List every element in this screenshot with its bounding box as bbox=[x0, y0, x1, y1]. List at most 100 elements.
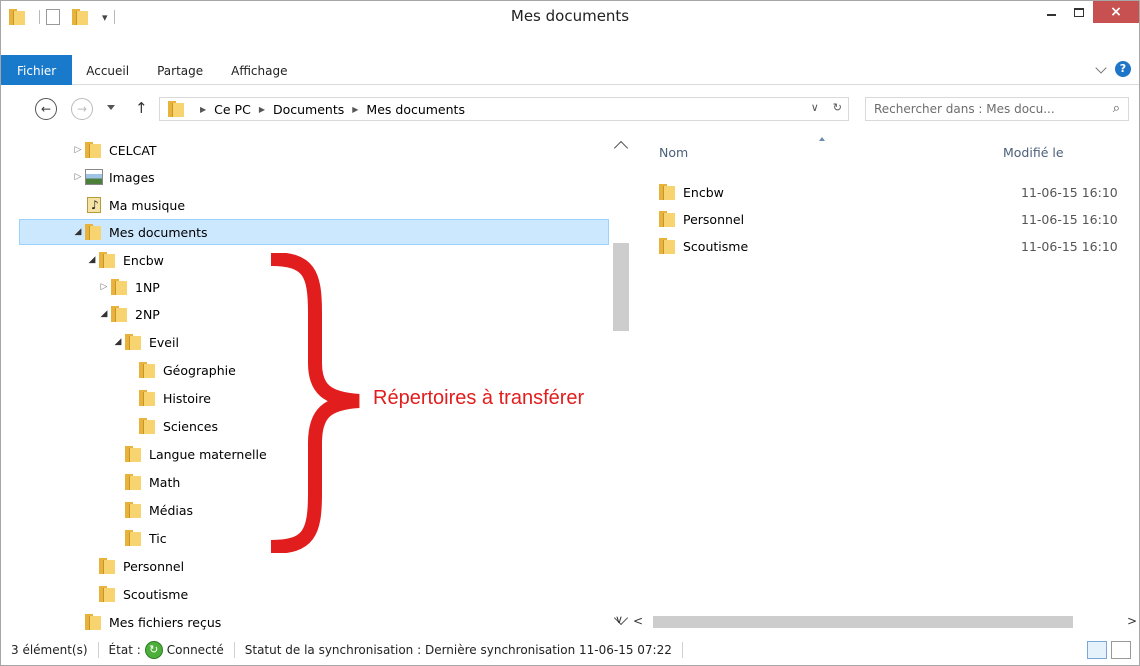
folder-icon bbox=[99, 558, 117, 574]
tree-item[interactable]: Langue maternelle bbox=[111, 441, 267, 467]
scroll-down-icon[interactable]: ∨ bbox=[615, 613, 623, 626]
file-row[interactable]: Encbw 11-06-15 16:10 bbox=[659, 179, 1139, 205]
collapsed-arrow-icon[interactable]: ▷ bbox=[71, 145, 85, 155]
file-name: Personnel bbox=[683, 211, 745, 227]
tree-item[interactable]: ◢ Encbw bbox=[85, 247, 164, 273]
file-modified: 11-06-15 16:10 bbox=[1021, 184, 1118, 200]
address-dropdown-icon[interactable]: ∨ bbox=[811, 101, 819, 114]
tree-item-label: Sciences bbox=[163, 418, 218, 434]
expanded-arrow-icon[interactable]: ◢ bbox=[97, 309, 111, 319]
recent-locations-icon[interactable] bbox=[107, 105, 115, 110]
tree-vertical-scrollbar[interactable] bbox=[611, 131, 631, 626]
tree-item[interactable]: ◢ Eveil bbox=[111, 329, 179, 355]
tree-item[interactable]: Géographie bbox=[125, 357, 236, 383]
tree-item-label: Math bbox=[149, 474, 181, 490]
collapsed-arrow-icon[interactable]: ▷ bbox=[97, 282, 111, 292]
file-row[interactable]: Personnel 11-06-15 16:10 bbox=[659, 206, 1139, 232]
folder-icon bbox=[659, 238, 677, 254]
scrollbar-thumb[interactable] bbox=[653, 616, 1073, 628]
column-header-name[interactable]: Nom bbox=[659, 145, 688, 160]
tab-accueil[interactable]: Accueil bbox=[72, 55, 143, 85]
breadcrumb-ce-pc[interactable]: Ce PC bbox=[214, 102, 251, 117]
refresh-icon[interactable]: ↻ bbox=[833, 101, 842, 114]
folder-icon bbox=[111, 306, 129, 322]
column-header-modified[interactable]: Modifié le bbox=[1003, 145, 1064, 160]
folder-icon bbox=[99, 586, 117, 602]
breadcrumb-mes-documents[interactable]: Mes documents bbox=[366, 102, 465, 117]
scroll-left-icon[interactable]: < bbox=[633, 614, 643, 628]
expanded-arrow-icon[interactable]: ◢ bbox=[85, 255, 99, 265]
forward-button[interactable]: → bbox=[71, 98, 93, 120]
back-arrow-icon: ← bbox=[40, 102, 52, 116]
file-horizontal-scrollbar[interactable]: < > bbox=[631, 613, 1139, 631]
folder-icon bbox=[659, 184, 677, 200]
tree-item[interactable]: Histoire bbox=[125, 385, 211, 411]
explorer-window: ▾ Mes documents × Fichier Accueil Partag… bbox=[0, 0, 1140, 666]
file-modified: 11-06-15 16:10 bbox=[1021, 238, 1118, 254]
connected-icon: ↻ bbox=[144, 641, 163, 659]
minimize-icon bbox=[1046, 14, 1056, 16]
tab-affichage[interactable]: Affichage bbox=[217, 55, 301, 85]
state-value: Connecté bbox=[166, 643, 224, 657]
scroll-right-icon[interactable]: > bbox=[1127, 614, 1137, 628]
ribbon-right: ? bbox=[1095, 61, 1131, 77]
tree-item[interactable]: Personnel bbox=[85, 553, 184, 579]
scrollbar-thumb[interactable] bbox=[613, 243, 629, 331]
tree-item[interactable]: ▷ 1NP bbox=[97, 274, 160, 300]
tree-item-label: Encbw bbox=[123, 252, 164, 268]
tree-item-label: Scoutisme bbox=[123, 586, 189, 602]
up-arrow-icon[interactable]: ↑ bbox=[135, 99, 148, 117]
tree-item[interactable]: ◢ 2NP bbox=[97, 301, 160, 327]
tree-item[interactable]: Mes fichiers reçus bbox=[71, 609, 221, 635]
search-input[interactable]: Rechercher dans : Mes docu... ⌕ bbox=[865, 97, 1129, 121]
state-label: État : bbox=[108, 643, 141, 657]
folder-icon bbox=[139, 418, 157, 434]
folder-icon bbox=[125, 502, 143, 518]
breadcrumb-arrow-icon[interactable]: ▶ bbox=[352, 105, 358, 114]
breadcrumb-arrow-icon[interactable]: ▶ bbox=[200, 105, 206, 114]
details-view-icon[interactable] bbox=[1087, 641, 1107, 659]
folder-icon bbox=[168, 101, 186, 117]
pictures-icon bbox=[85, 169, 103, 185]
tree-item[interactable]: ▷ CELCAT bbox=[71, 137, 157, 163]
ribbon: Fichier Accueil Partage Affichage ? bbox=[1, 55, 1139, 85]
tree-item[interactable]: ♪ Ma musique bbox=[71, 192, 185, 218]
large-icons-view-icon[interactable] bbox=[1111, 641, 1131, 659]
file-row[interactable]: Scoutisme 11-06-15 16:10 bbox=[659, 233, 1139, 259]
folder-icon bbox=[125, 334, 143, 350]
help-icon[interactable]: ? bbox=[1115, 61, 1131, 77]
back-button[interactable]: ← bbox=[35, 98, 57, 120]
tree-item[interactable]: Médias bbox=[111, 497, 193, 523]
view-switcher bbox=[1087, 641, 1131, 659]
address-bar[interactable]: ▶ Ce PC ▶ Documents ▶ Mes documents ∨ ↻ bbox=[159, 97, 849, 121]
tree-item[interactable]: ▷ Images bbox=[71, 164, 155, 190]
expand-ribbon-icon[interactable] bbox=[1095, 61, 1107, 74]
scroll-up-icon[interactable] bbox=[613, 140, 629, 156]
folder-icon bbox=[99, 252, 117, 268]
breadcrumb-documents[interactable]: Documents bbox=[273, 102, 344, 117]
annotation-label: Répertoires à transférer bbox=[373, 387, 585, 409]
expanded-arrow-icon[interactable]: ◢ bbox=[111, 337, 125, 347]
breadcrumb-arrow-icon[interactable]: ▶ bbox=[259, 105, 265, 114]
expanded-arrow-icon[interactable]: ◢ bbox=[71, 227, 85, 237]
close-button[interactable]: × bbox=[1093, 1, 1139, 23]
tree-item[interactable]: Math bbox=[111, 469, 180, 495]
maximize-button[interactable] bbox=[1065, 1, 1093, 23]
folder-icon bbox=[125, 530, 143, 546]
folder-icon bbox=[85, 614, 103, 630]
tree-item-label: Histoire bbox=[163, 390, 211, 406]
close-icon: × bbox=[1110, 4, 1122, 20]
music-icon: ♪ bbox=[85, 197, 103, 213]
tab-partage[interactable]: Partage bbox=[143, 55, 217, 85]
forward-arrow-icon: → bbox=[76, 102, 88, 116]
ribbon-tabs: Fichier Accueil Partage Affichage bbox=[1, 55, 302, 85]
collapsed-arrow-icon[interactable]: ▷ bbox=[71, 172, 85, 182]
tab-fichier[interactable]: Fichier bbox=[1, 55, 73, 85]
tree-item[interactable]: Tic bbox=[111, 525, 167, 551]
file-list-pane: Nom Modifié le Encbw 11-06-15 16:10 Pers… bbox=[641, 131, 1139, 611]
tree-item[interactable]: Scoutisme bbox=[85, 581, 188, 607]
search-icon[interactable]: ⌕ bbox=[1113, 101, 1120, 116]
tree-item[interactable]: Sciences bbox=[125, 413, 218, 439]
tree-item-selected[interactable]: ◢ Mes documents bbox=[19, 219, 609, 245]
minimize-button[interactable] bbox=[1037, 1, 1065, 23]
